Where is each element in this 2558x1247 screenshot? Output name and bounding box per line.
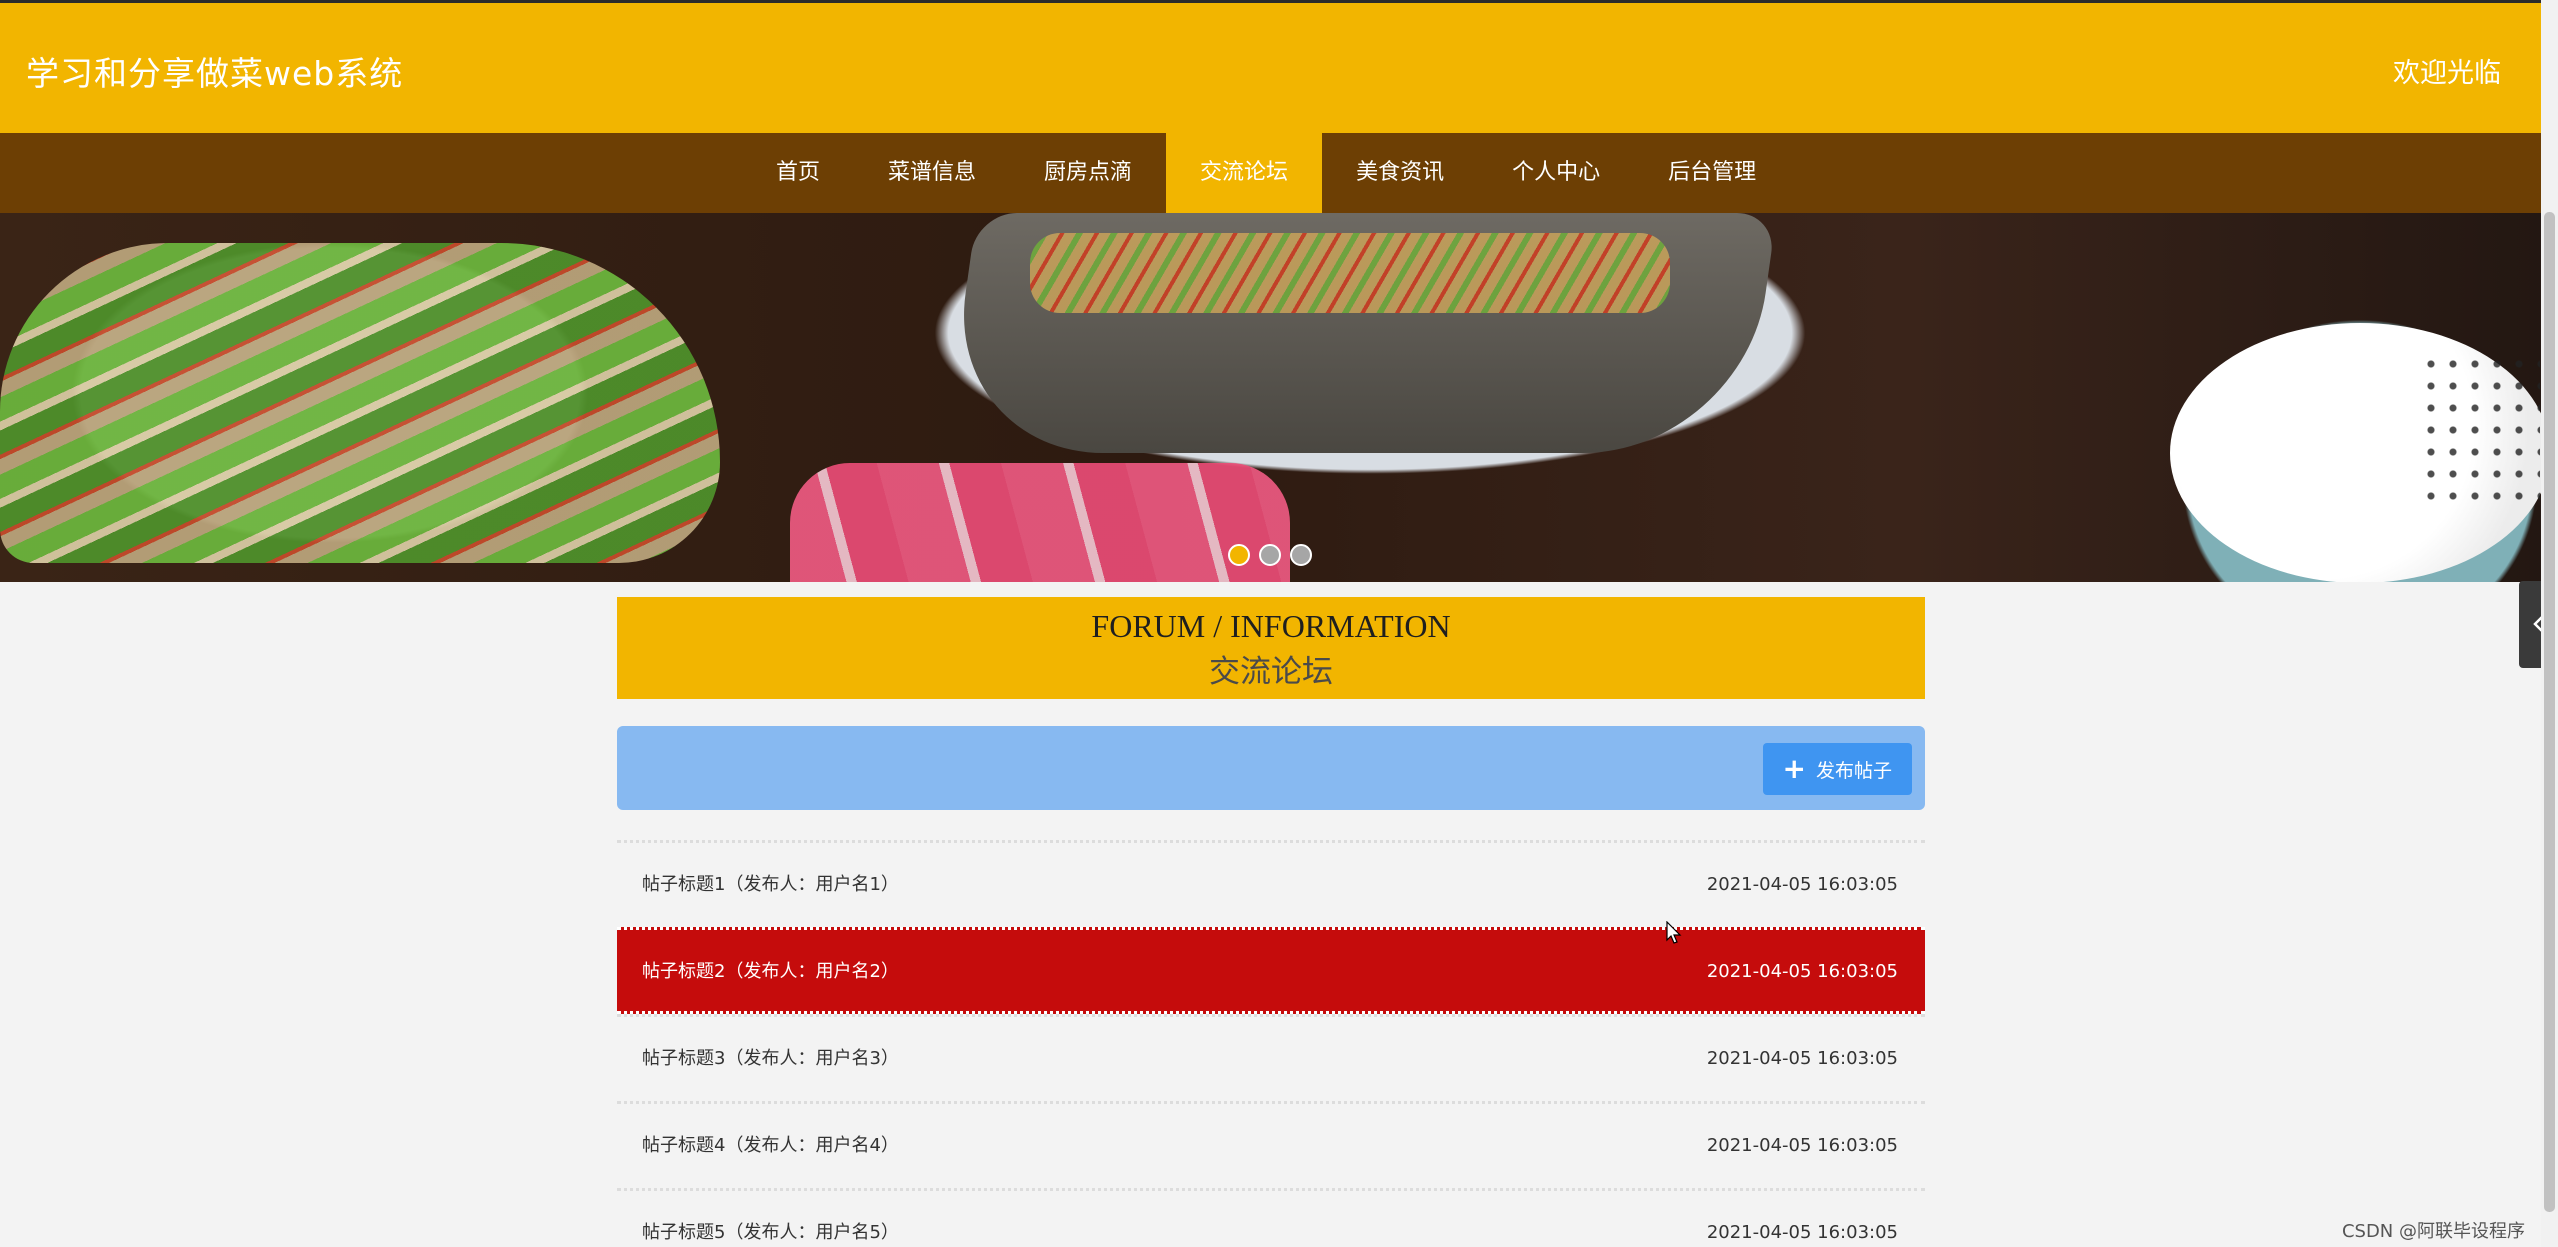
nav-item-food-news[interactable]: 美食资讯 xyxy=(1322,133,1478,213)
post-row[interactable]: 帖子标题1（发布人：用户名1） 2021-04-05 16:03:05 xyxy=(617,840,1925,927)
nav-item-home[interactable]: 首页 xyxy=(742,133,854,213)
post-row[interactable]: 帖子标题5（发布人：用户名5） 2021-04-05 16:03:05 xyxy=(617,1188,1925,1247)
post-time: 2021-04-05 16:03:05 xyxy=(1706,1048,1898,1069)
section-title-zh: 交流论坛 xyxy=(1209,654,1333,690)
carousel-indicators xyxy=(1228,544,1312,566)
post-title[interactable]: 帖子标题1（发布人：用户名1） xyxy=(642,843,899,927)
plus-icon: + xyxy=(1782,752,1806,785)
scrollbar-thumb[interactable] xyxy=(2544,212,2555,1212)
nav-item-admin[interactable]: 后台管理 xyxy=(1634,133,1790,213)
banner-image-sesame xyxy=(2420,353,2540,503)
page: 学习和分享做菜web系统 欢迎光临 首页 菜谱信息 厨房点滴 交流论坛 美食资讯… xyxy=(0,0,2541,1247)
post-time: 2021-04-05 16:03:05 xyxy=(1706,1135,1898,1156)
mouse-cursor-icon xyxy=(1666,920,1682,949)
post-title[interactable]: 帖子标题4（发布人：用户名4） xyxy=(642,1104,899,1188)
site-header: 学习和分享做菜web系统 欢迎光临 xyxy=(0,0,2541,133)
post-list: 帖子标题1（发布人：用户名1） 2021-04-05 16:03:05 帖子标题… xyxy=(617,840,1925,1247)
forum-toolbar: + 发布帖子 xyxy=(617,726,1925,810)
post-time: 2021-04-05 16:03:05 xyxy=(1706,961,1898,982)
new-post-button[interactable]: + 发布帖子 xyxy=(1762,743,1912,795)
section-title-banner: FORUM / INFORMATION 交流论坛 xyxy=(617,597,1925,699)
post-row[interactable]: 帖子标题3（发布人：用户名3） 2021-04-05 16:03:05 xyxy=(617,1014,1925,1101)
post-title[interactable]: 帖子标题5（发布人：用户名5） xyxy=(642,1191,899,1247)
nav-item-forum[interactable]: 交流论坛 xyxy=(1166,133,1323,213)
post-time: 2021-04-05 16:03:05 xyxy=(1706,874,1898,895)
banner-image-garnish xyxy=(1030,233,1670,313)
section-title-en: FORUM / INFORMATION xyxy=(1091,608,1451,644)
post-title[interactable]: 帖子标题2（发布人：用户名2） xyxy=(642,930,899,1014)
carousel-dot-3[interactable] xyxy=(1290,544,1312,566)
site-title[interactable]: 学习和分享做菜web系统 xyxy=(26,47,403,95)
new-post-button-label: 发布帖子 xyxy=(1815,759,1892,782)
food-banner-carousel[interactable] xyxy=(0,213,2541,582)
post-row[interactable]: 帖子标题4（发布人：用户名4） 2021-04-05 16:03:05 xyxy=(617,1101,1925,1188)
carousel-dot-1[interactable] xyxy=(1228,544,1250,566)
banner-image-green-beans xyxy=(0,243,720,563)
post-time: 2021-04-05 16:03:05 xyxy=(1706,1222,1898,1243)
nav-list: 首页 菜谱信息 厨房点滴 交流论坛 美食资讯 个人中心 后台管理 xyxy=(742,133,1790,213)
watermark: CSDN @阿联毕设程序 xyxy=(2341,1221,2525,1242)
nav-item-kitchen-tips[interactable]: 厨房点滴 xyxy=(1010,133,1166,213)
post-row[interactable]: 帖子标题2（发布人：用户名2） 2021-04-05 16:03:05 xyxy=(617,927,1925,1014)
nav-item-user-center[interactable]: 个人中心 xyxy=(1478,133,1634,213)
carousel-dot-2[interactable] xyxy=(1259,544,1281,566)
nav-item-recipes[interactable]: 菜谱信息 xyxy=(854,133,1010,213)
welcome-text: 欢迎光临 xyxy=(2393,58,2501,89)
main-nav: 首页 菜谱信息 厨房点滴 交流论坛 美食资讯 个人中心 后台管理 xyxy=(0,133,2541,213)
post-title[interactable]: 帖子标题3（发布人：用户名3） xyxy=(642,1017,899,1101)
banner-image-decoration xyxy=(790,463,1290,582)
page-scrollbar[interactable] xyxy=(2541,0,2558,1247)
